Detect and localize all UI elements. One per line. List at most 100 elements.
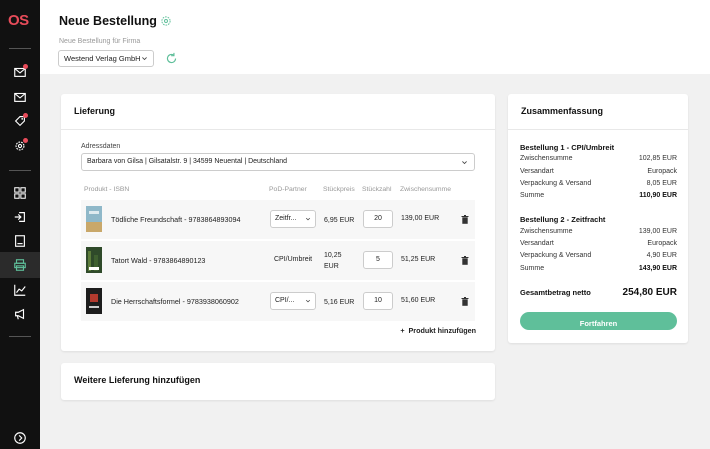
add-product-label: Produkt hinzufügen <box>408 326 476 335</box>
trash-icon[interactable] <box>461 256 469 265</box>
summary-line-value: 4,90 EUR <box>646 252 677 259</box>
summary-line: Zwischensumme 102,85 EUR <box>520 155 677 162</box>
sidebar-item-messages[interactable] <box>12 89 28 105</box>
sidebar-item-dashboard[interactable] <box>12 185 28 201</box>
chart-line-icon <box>14 284 26 296</box>
partner-select[interactable]: Zeitfr... <box>270 210 316 228</box>
firm-select-value: Westend Verlag GmbH <box>64 54 141 63</box>
sidebar-item-inbox[interactable] <box>12 64 28 80</box>
trash-icon[interactable] <box>461 297 469 306</box>
grand-total-label: Gesamtbetrag netto <box>520 288 591 297</box>
grand-total-value: 254,80 EUR <box>622 287 677 298</box>
add-delivery-title: Weitere Lieferung hinzufügen <box>74 375 201 385</box>
chevron-down-icon <box>142 57 147 61</box>
summary-line-label: Verpackung & Versand <box>520 252 592 259</box>
firm-select[interactable]: Westend Verlag GmbH <box>58 50 154 67</box>
trash-icon[interactable] <box>461 215 469 224</box>
summary-total-line: Summe 143,90 EUR <box>520 265 677 272</box>
sidebar-item-import[interactable] <box>12 209 28 225</box>
address-select[interactable]: Barbara von Gilsa | Gilsatalstr. 9 | 345… <box>81 153 475 171</box>
partner-select[interactable]: CPI/... <box>270 292 316 310</box>
sidebar-item-settings[interactable] <box>12 138 28 154</box>
summary-line-label: Versandart <box>520 240 554 247</box>
sidebar-item-documents[interactable] <box>12 233 28 249</box>
summary-line-value: Europack <box>647 240 677 247</box>
address-label: Adressdaten <box>81 143 121 150</box>
row-subtotal: 51,25 EUR <box>401 256 436 263</box>
add-product-button[interactable]: + Produkt hinzufügen <box>400 326 476 335</box>
summary-line-value: 110,90 EUR <box>639 192 677 199</box>
summary-total-line: Summe 110,90 EUR <box>520 192 677 199</box>
settings-gear-icon[interactable] <box>160 15 172 27</box>
summary-line-value: 102,85 EUR <box>638 155 677 162</box>
summary-line: Versandart Europack <box>520 240 677 247</box>
product-name: Tatort Wald - 9783864890123 <box>111 256 206 265</box>
product-name: Die Herrschaftsformel - 9783938060902 <box>111 297 239 306</box>
summary-line-label: Summe <box>520 265 545 272</box>
unit-price: 10,25 EUR <box>324 252 342 270</box>
grand-total: Gesamtbetrag netto 254,80 EUR <box>520 287 677 298</box>
grid-icon <box>14 187 26 199</box>
summary-line-value: 8,05 EUR <box>646 180 677 187</box>
continue-button[interactable]: Fortfahren <box>520 312 677 330</box>
refresh-icon[interactable] <box>165 52 178 65</box>
unit-price: 6,95 EUR <box>324 217 355 224</box>
book-cover-image <box>86 247 102 273</box>
book-cover-image <box>86 288 102 314</box>
book-cover-image <box>86 206 102 232</box>
summary-line-label: Verpackung & Versand <box>520 180 592 187</box>
column-header-qty: Stückzahl <box>362 186 392 193</box>
summary-line: Versandart Europack <box>520 168 677 175</box>
quantity-input[interactable]: 10 <box>363 292 393 310</box>
order-2-title: Bestellung 2 - Zeitfracht <box>520 215 606 224</box>
firm-label: Neue Bestellung für Firma <box>59 38 141 45</box>
summary-line-label: Zwischensumme <box>520 228 573 235</box>
product-name: Tödliche Freundschaft - 9783864893094 <box>111 215 241 224</box>
megaphone-icon <box>15 308 25 320</box>
quantity-input[interactable]: 20 <box>363 210 393 228</box>
sidebar-item-tags[interactable] <box>12 113 28 129</box>
chevron-right-circle-icon <box>14 432 26 444</box>
summary-line-value: 143,90 EUR <box>638 265 677 272</box>
notification-dot <box>23 64 28 69</box>
quantity-input[interactable]: 5 <box>363 251 393 269</box>
sidebar-expand-button[interactable] <box>12 430 28 446</box>
column-header-subtotal: Zwischensumme <box>400 186 451 193</box>
summary-line-label: Summe <box>520 192 545 199</box>
summary-line: Zwischensumme 139,00 EUR <box>520 228 677 235</box>
sidebar-item-print[interactable] <box>0 252 40 278</box>
sidebar: OS <box>0 0 40 449</box>
summary-line-value: Europack <box>647 168 677 175</box>
plus-icon: + <box>400 326 405 335</box>
row-subtotal: 51,60 EUR <box>401 297 436 304</box>
sidebar-divider <box>9 170 31 171</box>
summary-card: Zusammenfassung Bestellung 1 - CPI/Umbre… <box>508 94 688 343</box>
address-select-value: Barbara von Gilsa | Gilsatalstr. 9 | 345… <box>87 158 288 165</box>
unit-price: 5,16 EUR <box>324 299 355 306</box>
partner-select-value: CPI/... <box>275 297 295 304</box>
chevron-down-icon <box>462 161 467 165</box>
chevron-down-icon <box>305 217 311 221</box>
sidebar-item-marketing[interactable] <box>12 306 28 322</box>
summary-line-label: Versandart <box>520 168 554 175</box>
table-row: Tödliche Freundschaft - 9783864893094 Ze… <box>81 200 475 239</box>
summary-line-label: Zwischensumme <box>520 155 573 162</box>
order-1-title: Bestellung 1 - CPI/Umbreit <box>520 143 615 152</box>
summary-title: Zusammenfassung <box>508 94 688 130</box>
notification-dot <box>23 138 28 143</box>
column-header-price: Stückpreis <box>323 186 355 193</box>
add-delivery-card[interactable]: Weitere Lieferung hinzufügen <box>61 363 495 400</box>
partner-select-value: Zeitfr... <box>275 215 297 222</box>
column-header-partner: PoD-Partner <box>269 186 307 193</box>
page-header: Neue Bestellung Neue Bestellung für Firm… <box>40 0 710 74</box>
document-icon <box>15 235 25 247</box>
partner-label: CPI/Umbreit <box>274 256 313 263</box>
column-header-product: Produkt - ISBN <box>84 186 130 193</box>
page-title: Neue Bestellung <box>59 14 157 28</box>
app-logo: OS <box>8 12 29 29</box>
sidebar-divider <box>9 336 31 337</box>
envelope-icon <box>14 92 26 102</box>
row-subtotal: 139,00 EUR <box>401 215 440 222</box>
chevron-down-icon <box>305 299 311 303</box>
sidebar-item-statistics[interactable] <box>12 282 28 298</box>
